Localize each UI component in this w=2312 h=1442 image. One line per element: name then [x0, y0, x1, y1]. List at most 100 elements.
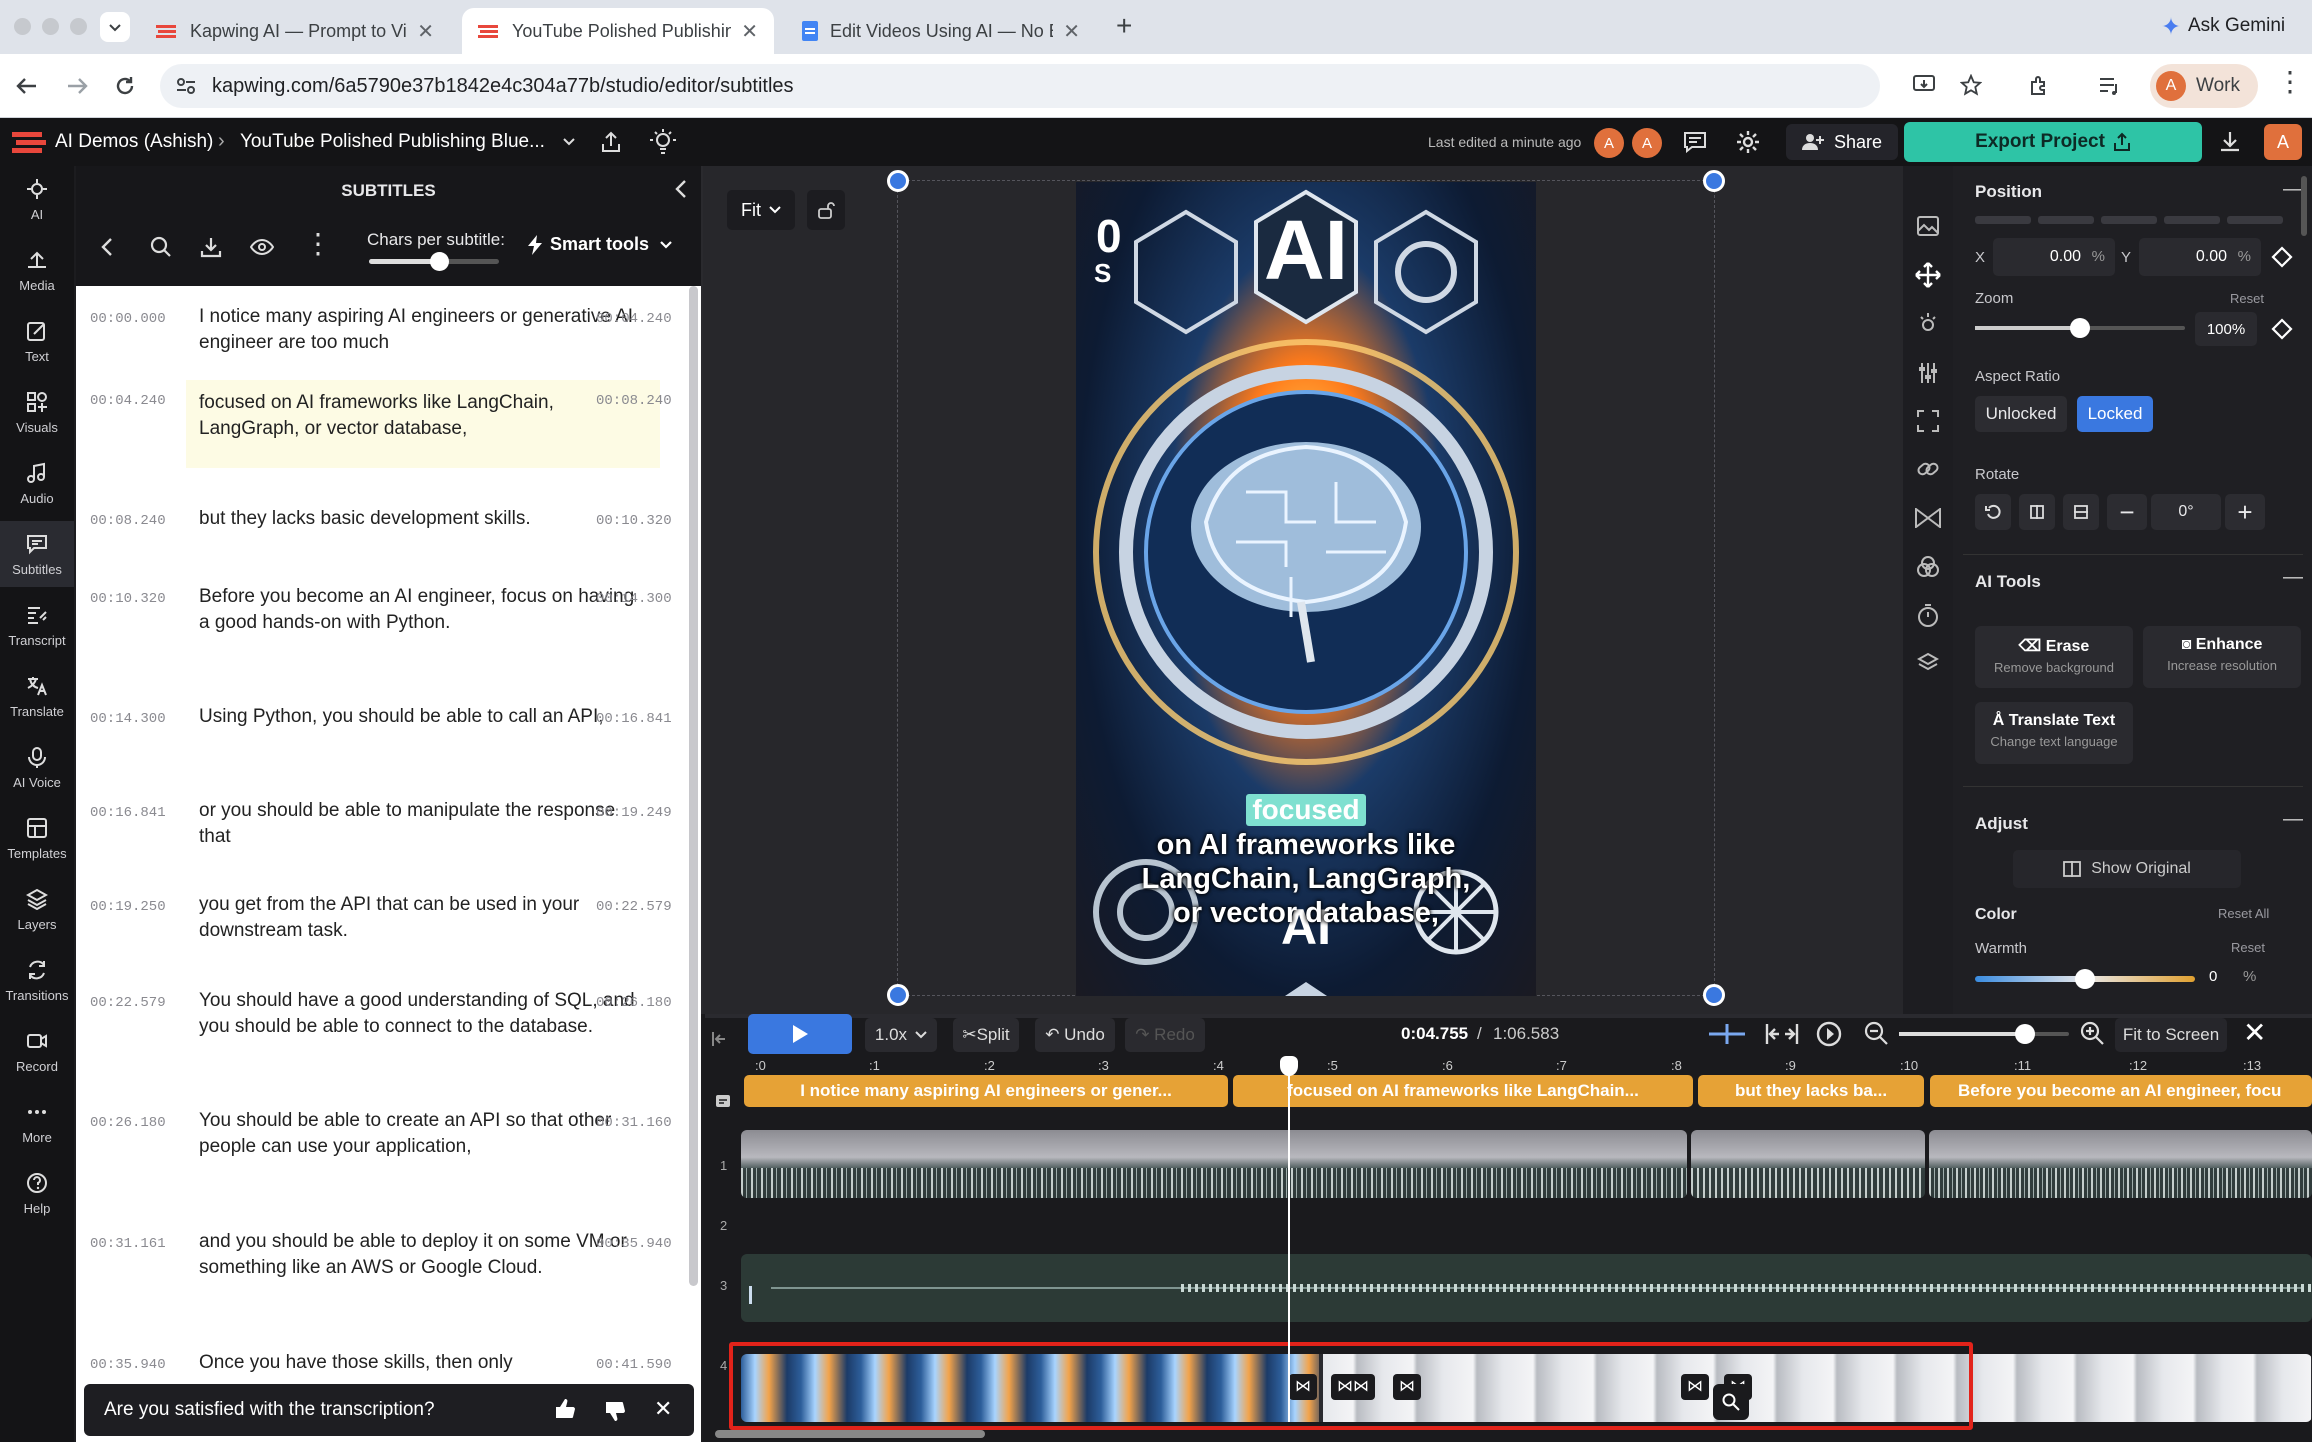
- bookmark-star-icon[interactable]: [1960, 74, 1982, 96]
- subtitle-start-time[interactable]: 00:08.240: [90, 508, 166, 534]
- zoom-out-icon[interactable]: [1863, 1020, 1889, 1046]
- resize-handle[interactable]: [1703, 984, 1725, 1006]
- subtitle-row[interactable]: 00:31.161 and you should be able to deplo…: [76, 1229, 686, 1315]
- main-video-clip[interactable]: [1691, 1130, 1925, 1198]
- slider-knob[interactable]: [430, 252, 450, 271]
- reset-all-link[interactable]: Reset All: [2218, 906, 2269, 921]
- subtitle-end-time[interactable]: 00:19.249: [596, 800, 672, 826]
- rail-item-subtitles[interactable]: Subtitles: [0, 521, 74, 587]
- subtitle-end-time[interactable]: 00:22.579: [596, 894, 672, 920]
- collapse-ai-tools-icon[interactable]: —: [2283, 566, 2303, 589]
- subtitle-start-time[interactable]: 00:14.300: [90, 706, 166, 732]
- video-preview[interactable]: 0 S AI AI focused on AI frameworks like …: [1076, 182, 1536, 996]
- smart-tools-button[interactable]: Smart tools: [528, 234, 673, 255]
- subtitle-end-time[interactable]: 00:10.320: [596, 508, 672, 534]
- forward-arrow-icon[interactable]: [66, 76, 88, 96]
- thumbs-down-icon[interactable]: [604, 1400, 626, 1422]
- locked-button[interactable]: Locked: [2077, 396, 2153, 432]
- rotate-decrease-button[interactable]: −: [2107, 494, 2147, 530]
- rotate-ccw-button[interactable]: [1975, 494, 2011, 530]
- playhead-handle[interactable]: [1280, 1056, 1298, 1076]
- chars-per-subtitle-slider[interactable]: [369, 252, 499, 271]
- playhead-line[interactable]: [1288, 1056, 1290, 1422]
- main-video-clip[interactable]: [1929, 1130, 2312, 1198]
- back-arrow-icon[interactable]: [16, 76, 38, 96]
- reload-icon[interactable]: [114, 75, 136, 97]
- new-tab-plus-icon[interactable]: +: [1116, 10, 1132, 42]
- profile-chip[interactable]: A Work: [2150, 64, 2258, 108]
- browser-tab-1[interactable]: YouTube Polished Publishing ✕: [462, 8, 774, 54]
- browser-tab-2[interactable]: Edit Videos Using AI — No Ed ✕: [786, 8, 1096, 54]
- subtitle-text[interactable]: You should be able to create an API so t…: [199, 1108, 649, 1160]
- subtitle-overlay[interactable]: focused on AI frameworks like LangChain,…: [1076, 794, 1536, 930]
- zoom-reset-link[interactable]: Reset: [2230, 291, 2264, 306]
- warmth-value[interactable]: 0: [2209, 968, 2217, 985]
- image-icon[interactable]: [1917, 216, 1939, 236]
- subtitle-row[interactable]: 00:19.250 you get from the API that can b…: [76, 892, 686, 952]
- subtitle-text[interactable]: I notice many aspiring AI engineers or g…: [199, 304, 649, 356]
- flip-vertical-button[interactable]: [2063, 494, 2099, 530]
- timeline-zoom-slider[interactable]: [1899, 1024, 2069, 1044]
- align-top-button[interactable]: [2164, 216, 2220, 224]
- zoom-in-icon[interactable]: [2079, 1020, 2105, 1046]
- effects-sparkle-icon[interactable]: [1917, 312, 1939, 334]
- subtitle-start-time[interactable]: 00:04.240: [90, 388, 166, 414]
- user-avatar[interactable]: A: [2264, 124, 2302, 160]
- close-banner-icon[interactable]: ✕: [654, 1396, 672, 1422]
- subtitle-end-time[interactable]: 00:04.240: [596, 306, 672, 332]
- more-options-icon[interactable]: ⋮: [304, 230, 332, 258]
- rail-item-visuals[interactable]: Visuals: [0, 379, 74, 445]
- timeline-scrollbar[interactable]: [715, 1430, 985, 1438]
- collaborator-avatar[interactable]: A: [1594, 128, 1624, 158]
- caption-clip[interactable]: focused on AI frameworks like LangChain.…: [1233, 1075, 1693, 1107]
- rail-item-translate[interactable]: Translate: [0, 663, 74, 729]
- snap-magnet-icon[interactable]: [1709, 1024, 1745, 1044]
- lock-canvas-button[interactable]: [807, 190, 845, 230]
- tab-close-icon[interactable]: ✕: [1063, 19, 1080, 44]
- zoom-input[interactable]: 100%: [2195, 312, 2257, 346]
- search-icon[interactable]: [150, 236, 172, 258]
- subtitle-row-active[interactable]: 00:04.240 focused on AI frameworks like L…: [76, 380, 686, 472]
- tab-search-button[interactable]: [100, 12, 130, 42]
- back-chevron-icon[interactable]: [100, 236, 114, 258]
- audio-track-clip[interactable]: [741, 1254, 2312, 1322]
- collaborator-avatar[interactable]: A: [1632, 128, 1662, 158]
- transition-bowtie-icon[interactable]: [1915, 508, 1941, 528]
- slider-knob[interactable]: [2015, 1024, 2035, 1044]
- caption-clip[interactable]: I notice many aspiring AI engineers or g…: [744, 1075, 1228, 1107]
- rail-item-record[interactable]: Record: [0, 1018, 74, 1084]
- settings-gear-icon[interactable]: [1736, 130, 1760, 154]
- subtitle-start-time[interactable]: 00:35.940: [90, 1352, 166, 1378]
- subtitle-end-time[interactable]: 00:16.841: [596, 706, 672, 732]
- download-subtitles-icon[interactable]: [200, 236, 222, 258]
- ask-gemini-button[interactable]: Ask Gemini: [2148, 10, 2299, 42]
- install-app-icon[interactable]: [1912, 74, 1936, 96]
- subtitle-row[interactable]: 00:22.579 You should have a good understa…: [76, 988, 686, 1074]
- browser-tab-0[interactable]: Kapwing AI — Prompt to Vide ✕: [140, 8, 450, 54]
- align-bottom-button[interactable]: [2227, 216, 2283, 224]
- link-icon[interactable]: [1917, 458, 1939, 480]
- tab-close-icon[interactable]: ✕: [741, 19, 758, 44]
- browser-menu-icon[interactable]: ⋮: [2276, 68, 2304, 96]
- subtitle-text[interactable]: Once you have those skills, then only: [199, 1350, 649, 1376]
- subtitle-text[interactable]: Before you become an AI engineer, focus …: [199, 584, 649, 636]
- collapse-panel-icon[interactable]: [674, 178, 688, 200]
- fit-to-screen-button[interactable]: Fit to Screen: [2115, 1018, 2227, 1052]
- subtitle-text[interactable]: you get from the API that can be used in…: [199, 892, 649, 944]
- erase-background-button[interactable]: ⌫ Erase Remove background: [1975, 626, 2133, 688]
- subtitle-start-time[interactable]: 00:00.000: [90, 306, 166, 332]
- layers-stack-icon[interactable]: [1917, 652, 1939, 674]
- rail-item-media[interactable]: Media: [0, 237, 74, 303]
- crop-icon[interactable]: [1917, 410, 1939, 432]
- lightbulb-icon[interactable]: [650, 128, 676, 156]
- subtitle-row[interactable]: 00:10.320 Before you become an AI enginee…: [76, 584, 686, 670]
- keyframe-diamond-icon[interactable]: [2271, 318, 2293, 340]
- slider-knob[interactable]: [2070, 318, 2090, 338]
- caption-clip[interactable]: but they lacks ba...: [1698, 1075, 1924, 1107]
- rail-item-transitions[interactable]: Transitions: [0, 947, 74, 1013]
- rail-item-audio[interactable]: Audio: [0, 450, 74, 516]
- subtitle-end-time[interactable]: 00:35.940: [596, 1231, 672, 1257]
- resize-handle[interactable]: [887, 170, 909, 192]
- download-icon[interactable]: [2218, 130, 2242, 154]
- subtitle-end-time[interactable]: 00:31.160: [596, 1110, 672, 1136]
